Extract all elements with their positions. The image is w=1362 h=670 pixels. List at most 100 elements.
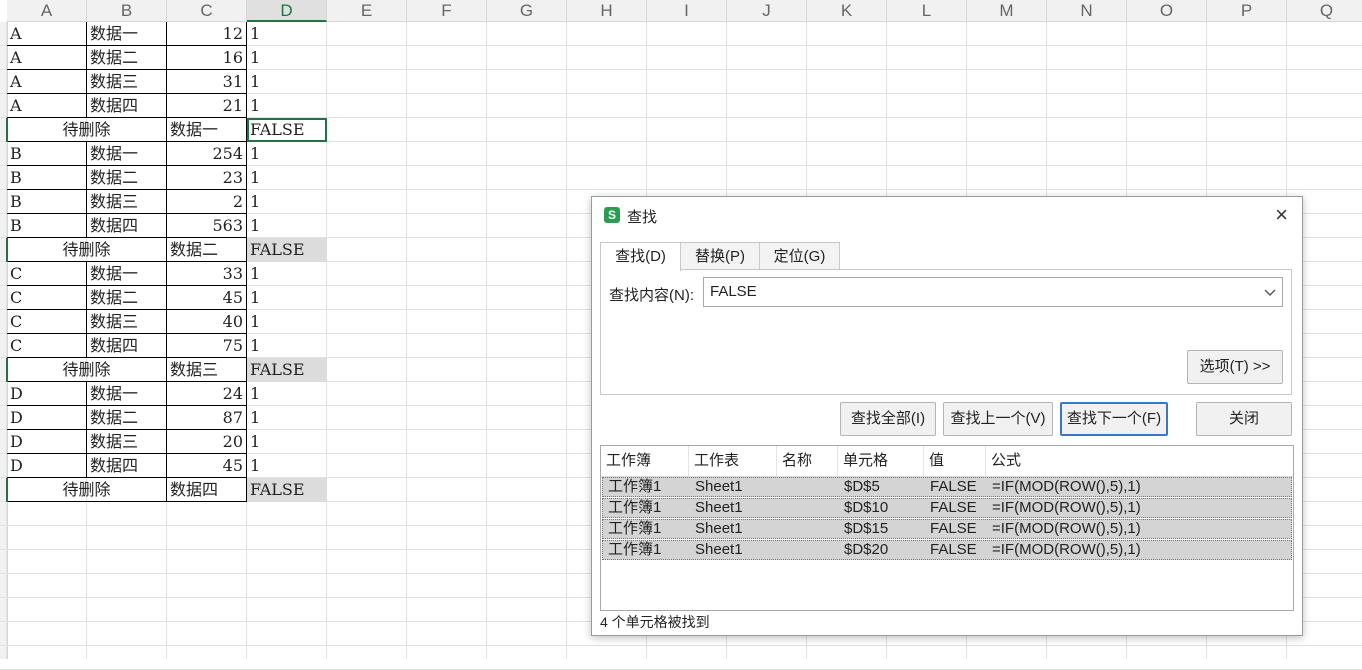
cell-a[interactable]: A: [7, 94, 87, 118]
cell-a[interactable]: C: [7, 310, 87, 334]
column-header-e[interactable]: E: [327, 0, 407, 22]
merged-cell-a-b[interactable]: 待删除: [7, 238, 167, 262]
cell-c[interactable]: 24: [167, 382, 247, 406]
cell-b[interactable]: 数据二: [87, 166, 167, 190]
cell-a[interactable]: B: [7, 166, 87, 190]
result-row[interactable]: 工作簿1 Sheet1 $D$5 FALSE =IF(MOD(ROW(),5),1): [602, 477, 1292, 497]
result-row[interactable]: 工作簿1 Sheet1 $D$10 FALSE =IF(MOD(ROW(),5),1): [602, 498, 1292, 518]
cell-a[interactable]: D: [7, 430, 87, 454]
cell-d[interactable]: 1: [247, 94, 327, 118]
cell-c[interactable]: 21: [167, 94, 247, 118]
cell-c[interactable]: 87: [167, 406, 247, 430]
results-header-name[interactable]: 名称: [777, 446, 838, 476]
cell-c[interactable]: 20: [167, 430, 247, 454]
cell-c[interactable]: 23: [167, 166, 247, 190]
column-header-k[interactable]: K: [807, 0, 887, 22]
cell-a[interactable]: C: [7, 286, 87, 310]
cell-b[interactable]: 数据三: [87, 310, 167, 334]
find-content-input[interactable]: FALSE: [703, 277, 1283, 307]
results-header-workbook[interactable]: 工作簿: [601, 446, 689, 476]
tab-replace[interactable]: 替换(P): [680, 242, 760, 270]
merged-cell-a-b[interactable]: 待删除: [7, 478, 167, 502]
cell-c[interactable]: 12: [167, 22, 247, 46]
cell-b[interactable]: 数据二: [87, 406, 167, 430]
column-header-h[interactable]: H: [567, 0, 647, 22]
options-button[interactable]: 选项(T) >>: [1187, 350, 1283, 384]
cell-d[interactable]: 1: [247, 286, 327, 310]
cell-c[interactable]: 2: [167, 190, 247, 214]
cell-d-found[interactable]: FALSE: [247, 478, 327, 502]
cell-c[interactable]: 563: [167, 214, 247, 238]
column-header-q[interactable]: Q: [1287, 0, 1362, 22]
cell-a[interactable]: A: [7, 22, 87, 46]
tab-goto[interactable]: 定位(G): [759, 242, 840, 270]
cell-b[interactable]: 数据四: [87, 94, 167, 118]
cell-a[interactable]: D: [7, 406, 87, 430]
close-icon[interactable]: ×: [1275, 203, 1288, 227]
merged-cell-a-b[interactable]: 待删除: [7, 358, 167, 382]
cell-c[interactable]: 254: [167, 142, 247, 166]
cell-b[interactable]: 数据四: [87, 454, 167, 478]
cell-c[interactable]: 75: [167, 334, 247, 358]
cell-c[interactable]: 33: [167, 262, 247, 286]
cell-b[interactable]: 数据二: [87, 46, 167, 70]
cell-d-found[interactable]: FALSE: [247, 238, 327, 262]
cell-d[interactable]: 1: [247, 166, 327, 190]
find-all-button[interactable]: 查找全部(I): [840, 402, 936, 436]
column-header-a[interactable]: A: [7, 0, 87, 22]
results-list[interactable]: 工作簿 工作表 名称 单元格 值 公式 工作簿1 Sheet1 $D$5 FALSE =…: [600, 445, 1294, 611]
results-header-cell[interactable]: 单元格: [838, 446, 924, 476]
cell-b[interactable]: 数据三: [87, 190, 167, 214]
column-header-f[interactable]: F: [407, 0, 487, 22]
results-header-sheet[interactable]: 工作表: [689, 446, 777, 476]
column-header-l[interactable]: L: [887, 0, 967, 22]
find-previous-button[interactable]: 查找上一个(V): [943, 402, 1053, 436]
cell-d[interactable]: 1: [247, 142, 327, 166]
cell-d[interactable]: 1: [247, 430, 327, 454]
column-header-d[interactable]: D: [247, 0, 327, 22]
column-header-m[interactable]: M: [967, 0, 1047, 22]
cell-d[interactable]: 1: [247, 382, 327, 406]
cell-d[interactable]: 1: [247, 70, 327, 94]
cell-a[interactable]: C: [7, 334, 87, 358]
cell-b[interactable]: 数据四: [87, 214, 167, 238]
cell-c[interactable]: 16: [167, 46, 247, 70]
chevron-down-icon[interactable]: [1264, 278, 1276, 306]
cell-a[interactable]: B: [7, 190, 87, 214]
cell-d[interactable]: 1: [247, 334, 327, 358]
cell-b[interactable]: 数据一: [87, 142, 167, 166]
cell-c[interactable]: 40: [167, 310, 247, 334]
column-header-n[interactable]: N: [1047, 0, 1127, 22]
cell-a[interactable]: D: [7, 454, 87, 478]
cell-b[interactable]: 数据三: [87, 70, 167, 94]
merged-cell-a-b[interactable]: 待删除: [7, 118, 167, 142]
cell-a[interactable]: A: [7, 46, 87, 70]
cell-a[interactable]: B: [7, 214, 87, 238]
cell-d[interactable]: 1: [247, 214, 327, 238]
cell-c[interactable]: 31: [167, 70, 247, 94]
cell-d[interactable]: 1: [247, 406, 327, 430]
column-header-g[interactable]: G: [487, 0, 567, 22]
results-header-value[interactable]: 值: [924, 446, 986, 476]
cell-d[interactable]: 1: [247, 454, 327, 478]
cell-a[interactable]: A: [7, 70, 87, 94]
close-button[interactable]: 关闭: [1196, 402, 1292, 436]
cell-d[interactable]: 1: [247, 310, 327, 334]
column-header-c[interactable]: C: [167, 0, 247, 22]
cell-d[interactable]: 1: [247, 262, 327, 286]
cell-d[interactable]: 1: [247, 190, 327, 214]
cell-b[interactable]: 数据三: [87, 430, 167, 454]
cell-a[interactable]: B: [7, 142, 87, 166]
cell-b[interactable]: 数据四: [87, 334, 167, 358]
column-header-b[interactable]: B: [87, 0, 167, 22]
cell-c[interactable]: 45: [167, 454, 247, 478]
column-header-i[interactable]: I: [647, 0, 727, 22]
cell-a[interactable]: C: [7, 262, 87, 286]
cell-c[interactable]: 数据三: [167, 358, 247, 382]
find-next-button[interactable]: 查找下一个(F): [1060, 402, 1168, 436]
cell-b[interactable]: 数据一: [87, 382, 167, 406]
results-header-formula[interactable]: 公式: [986, 446, 1292, 476]
cell-a[interactable]: D: [7, 382, 87, 406]
cell-b[interactable]: 数据一: [87, 262, 167, 286]
cell-b[interactable]: 数据二: [87, 286, 167, 310]
